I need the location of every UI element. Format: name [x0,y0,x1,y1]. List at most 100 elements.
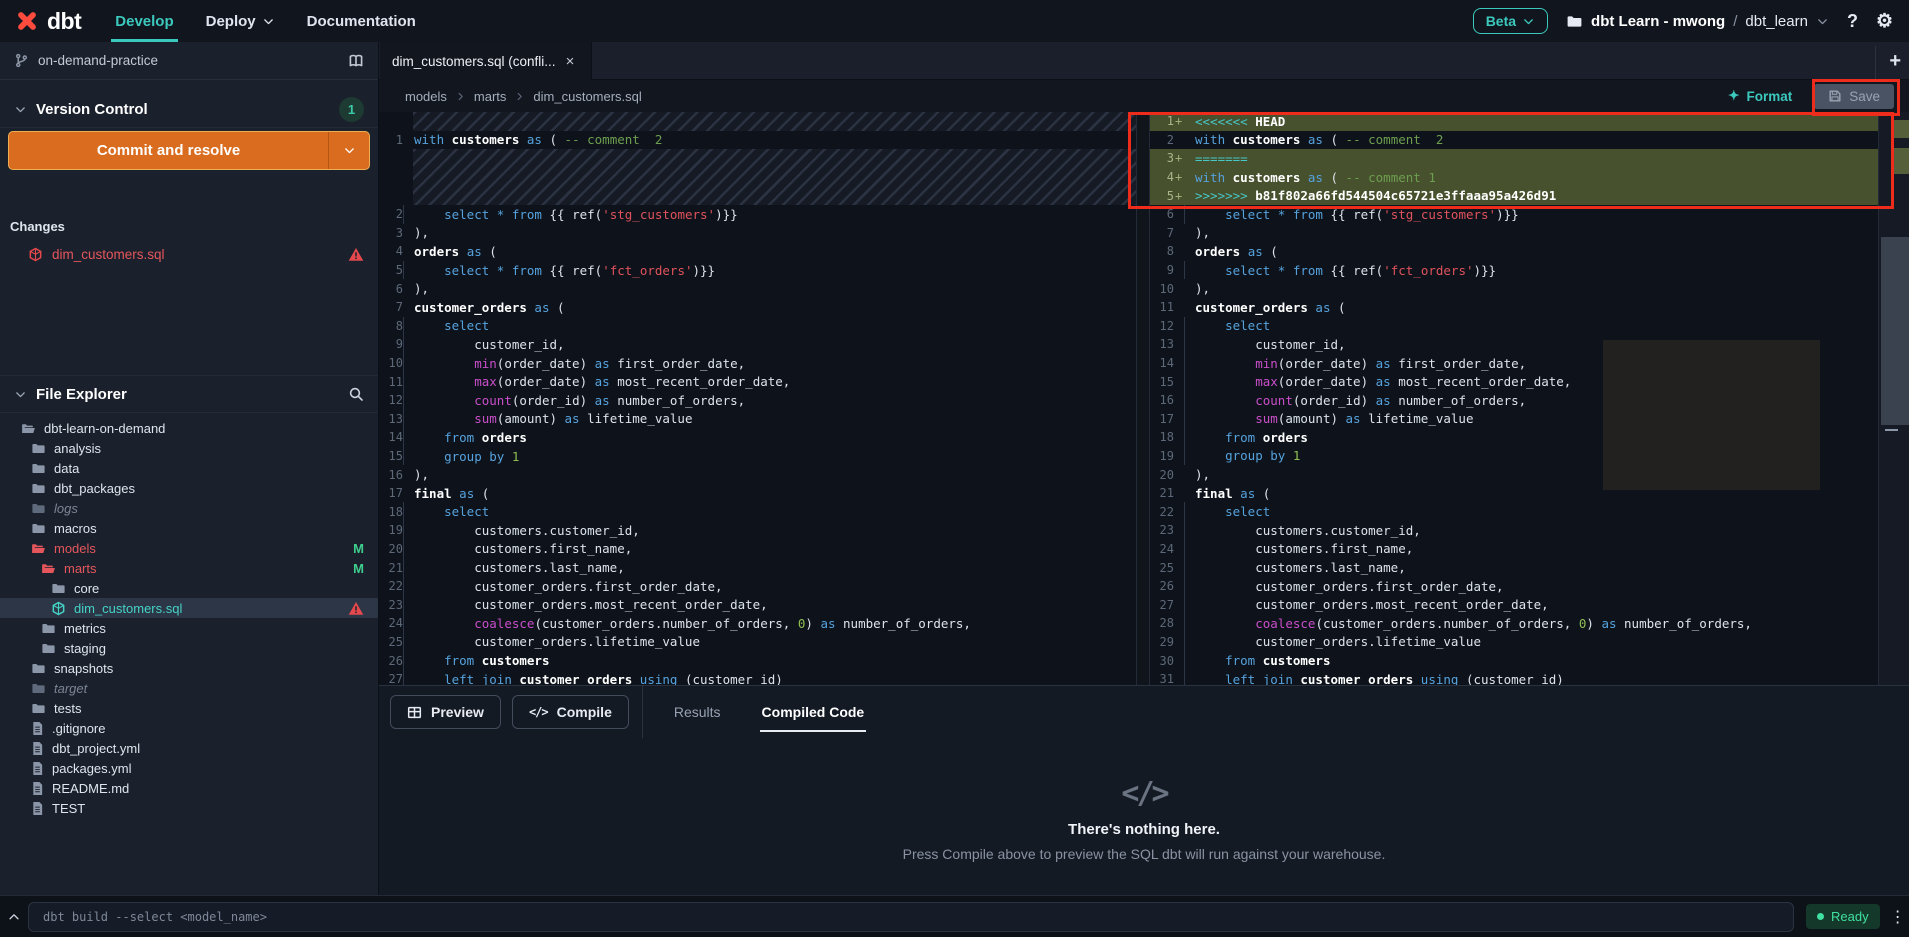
code-line[interactable]: 9 customer_id, [379,335,1136,354]
nav-item-develop[interactable]: Develop [99,0,189,42]
tab-results[interactable]: Results [664,686,731,738]
tab-dim-customers[interactable]: dim_customers.sql (confli... × [380,42,592,80]
code-line[interactable]: 27 left join customer_orders using (cust… [379,670,1136,685]
tree-item-dbt-project-yml[interactable]: dbt_project.yml [0,738,378,758]
code-line[interactable]: 8 select [379,317,1136,336]
code-line[interactable]: 25 customers.last_name, [1150,558,1878,577]
scrollbar-handle[interactable] [1885,429,1898,431]
pane-divider[interactable] [1136,112,1150,685]
code-line[interactable]: 5+>>>>>>> b81f802a66fd544504c65721e3ffaa… [1150,186,1878,205]
code-line[interactable]: 5 select * from {{ ref('fct_orders')}} [379,261,1136,280]
code-line[interactable]: 6), [379,279,1136,298]
commit-and-resolve-button[interactable]: Commit and resolve [8,131,370,170]
code-line[interactable]: 4+with customers as ( -- comment 1 [1150,168,1878,187]
preview-button[interactable]: Preview [390,695,501,729]
code-line[interactable]: 23 customer_orders.most_recent_order_dat… [379,595,1136,614]
tab-close-icon[interactable]: × [566,53,575,70]
code-line[interactable]: 30 from customers [1150,651,1878,670]
tree-item-logs[interactable]: logs [0,498,378,518]
code-line[interactable]: 24 coalesce(customer_orders.number_of_or… [379,614,1136,633]
nav-item-deploy[interactable]: Deploy [190,0,291,42]
project-selector[interactable]: dbt Learn - mwong / dbt_learn [1566,13,1829,30]
code-line[interactable]: 27 customer_orders.most_recent_order_dat… [1150,595,1878,614]
code-line[interactable]: 22 select [1150,502,1878,521]
code-line[interactable]: 20 customers.first_name, [379,540,1136,559]
tree-item-core[interactable]: core [0,578,378,598]
tree-item-tests[interactable]: tests [0,698,378,718]
tree-item-target[interactable]: target [0,678,378,698]
tree-item-marts[interactable]: martsM [0,558,378,578]
code-line[interactable]: 11 max(order_date) as most_recent_order_… [379,372,1136,391]
tree-item-test[interactable]: TEST [0,798,378,818]
expand-console-chevron[interactable] [0,910,28,924]
search-icon[interactable] [348,386,364,402]
tree-item-dbt-packages[interactable]: dbt_packages [0,478,378,498]
tree-item-staging[interactable]: staging [0,638,378,658]
code-line[interactable]: 29 customer_orders.lifetime_value [1150,633,1878,652]
code-line[interactable]: 2 select * from {{ ref('stg_customers')}… [379,205,1136,224]
code-line[interactable]: 3+======= [1150,149,1878,168]
code-line[interactable]: 19 customers.customer_id, [379,521,1136,540]
breadcrumb-models[interactable]: models [405,89,447,104]
code-line[interactable]: 3), [379,224,1136,243]
code-line[interactable]: 23 customers.customer_id, [1150,521,1878,540]
tree-item-packages-yml[interactable]: packages.yml [0,758,378,778]
compile-button[interactable]: </> Compile [512,695,629,729]
tree-item--gitignore[interactable]: .gitignore [0,718,378,738]
save-button[interactable]: Save [1814,84,1894,109]
status-ready-badge[interactable]: Ready [1806,904,1880,929]
code-line[interactable]: 1+<<<<<<< HEAD [1150,112,1878,131]
docs-book-icon[interactable] [348,53,364,69]
breadcrumb-file[interactable]: dim_customers.sql [533,89,641,104]
editor-pane-left[interactable]: 1with customers as ( -- comment 2 2 selec… [379,112,1136,685]
code-line[interactable]: 11customer_orders as ( [1150,298,1878,317]
scrollbar-thumb[interactable] [1881,237,1909,425]
tree-item-metrics[interactable]: metrics [0,618,378,638]
code-line[interactable]: 12 count(order_id) as number_of_orders, [379,391,1136,410]
code-line[interactable]: 16), [379,465,1136,484]
tree-item-snapshots[interactable]: snapshots [0,658,378,678]
settings-gear-button[interactable]: ⚙ [1876,12,1893,31]
code-line[interactable]: 9 select * from {{ ref('fct_orders')}} [1150,261,1878,280]
version-control-header[interactable]: Version Control 1 [0,92,378,128]
code-line[interactable]: 15 group by 1 [379,447,1136,466]
beta-toggle[interactable]: Beta [1473,8,1548,34]
code-line[interactable]: 26 from customers [379,651,1136,670]
tab-compiled-code[interactable]: Compiled Code [752,686,875,738]
code-line[interactable]: 31 left join customer_orders using (cust… [1150,670,1878,685]
editor-scrollbar[interactable] [1878,112,1909,685]
code-line[interactable]: 2with customers as ( -- comment 2 [1150,131,1878,150]
code-line[interactable]: 6 select * from {{ ref('stg_customers')}… [1150,205,1878,224]
code-line[interactable]: 1with customers as ( -- comment 2 [379,131,1136,150]
tree-item-macros[interactable]: macros [0,518,378,538]
code-line[interactable]: 17final as ( [379,484,1136,503]
code-line[interactable]: 7), [1150,224,1878,243]
tree-item-data[interactable]: data [0,458,378,478]
kebab-menu-icon[interactable]: ⋮ [1890,907,1906,927]
nav-item-documentation[interactable]: Documentation [291,0,432,42]
code-line[interactable]: 26 customer_orders.first_order_date, [1150,577,1878,596]
code-line[interactable]: 8orders as ( [1150,242,1878,261]
format-button[interactable]: ✦ Format [1728,88,1792,104]
code-line[interactable]: 21 customers.last_name, [379,558,1136,577]
tree-item-readme-md[interactable]: README.md [0,778,378,798]
code-line[interactable]: 18 select [379,502,1136,521]
command-input[interactable] [28,902,1794,932]
file-explorer-header[interactable]: File Explorer [0,375,378,413]
code-line[interactable]: 24 customers.first_name, [1150,540,1878,559]
code-line[interactable]: 7customer_orders as ( [379,298,1136,317]
tree-item-models[interactable]: modelsM [0,538,378,558]
help-button[interactable]: ? [1847,12,1858,30]
new-tab-button[interactable]: + [1889,50,1901,73]
code-line[interactable]: 4orders as ( [379,242,1136,261]
tree-item-analysis[interactable]: analysis [0,438,378,458]
code-line[interactable]: 25 customer_orders.lifetime_value [379,633,1136,652]
code-line[interactable]: 10 min(order_date) as first_order_date, [379,354,1136,373]
code-line[interactable]: 22 customer_orders.first_order_date, [379,577,1136,596]
tree-item-dim-customers-sql[interactable]: dim_customers.sql [0,598,378,618]
commit-dropdown-toggle[interactable] [329,144,369,157]
code-line[interactable]: 12 select [1150,317,1878,336]
branch-row[interactable]: on-demand-practice [0,42,378,80]
changed-file-row[interactable]: dim_customers.sql [0,242,378,266]
breadcrumb-marts[interactable]: marts [474,89,507,104]
